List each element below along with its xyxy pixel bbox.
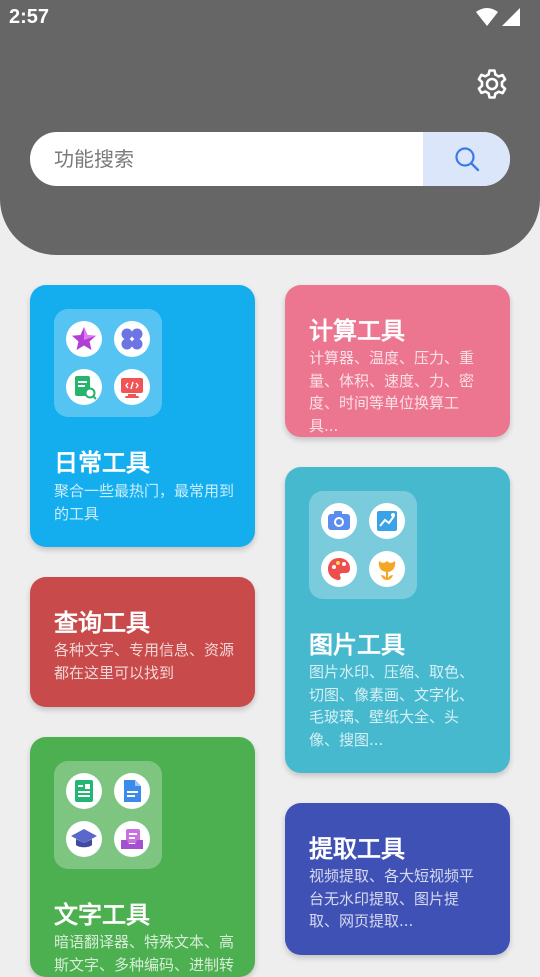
card-description: 图片水印、压缩、取色、切图、像素画、文字化、毛玻璃、壁纸大全、头像、搜图... [309, 663, 475, 749]
card-title: 提取工具 [309, 835, 405, 863]
inbox-tray-icon [114, 821, 150, 857]
status-icons [476, 8, 520, 26]
tulip-flower-icon [369, 551, 405, 587]
color-palette-icon [321, 551, 357, 587]
search-input[interactable] [30, 132, 423, 186]
card-description: 视频提取、各大短视频平台无水印提取、图片提取、网页提取... [309, 867, 475, 930]
clover-app-icon [114, 321, 150, 357]
card-description: 聚合一些最热门，最常用到的工具 [54, 482, 235, 523]
document-search-icon [66, 369, 102, 405]
picture-chart-icon [369, 503, 405, 539]
card-description: 计算器、温度、压力、重量、体积、速度、力、密度、时间等单位换算工具... [309, 349, 475, 435]
card-title: 文字工具 [54, 901, 150, 929]
card-title: 图片工具 [309, 631, 405, 659]
code-monitor-icon [114, 369, 150, 405]
card-text-tools[interactable]: 文字工具 暗语翻译器、特殊文本、高斯文字、多种编码、进制转换... [30, 737, 255, 977]
card-query-tools[interactable]: 查询工具 各种文字、专用信息、资源都在这里可以找到 [30, 577, 255, 707]
card-extract-tools[interactable]: 提取工具 视频提取、各大短视频平台无水印提取、图片提取、网页提取... [285, 803, 510, 955]
search-button[interactable] [423, 132, 510, 186]
camera-icon [321, 503, 357, 539]
status-time: 2:57 [9, 6, 50, 28]
image-icon-grid [309, 491, 417, 599]
star-app-icon [66, 321, 102, 357]
card-calc-tools[interactable]: 计算工具 计算器、温度、压力、重量、体积、速度、力、密度、时间等单位换算工具..… [285, 285, 510, 437]
document-icon [114, 773, 150, 809]
card-title: 日常工具 [54, 449, 150, 477]
id-card-icon [66, 773, 102, 809]
card-title: 查询工具 [54, 609, 150, 637]
search-icon [454, 147, 479, 172]
search-bar [30, 132, 510, 186]
text-icon-grid [54, 761, 162, 869]
daily-icon-grid [54, 309, 162, 417]
card-description: 暗语翻译器、特殊文本、高斯文字、多种编码、进制转换... [54, 933, 235, 974]
card-image-tools[interactable]: 图片工具 图片水印、压缩、取色、切图、像素画、文字化、毛玻璃、壁纸大全、头像、搜… [285, 467, 510, 773]
header-panel: 2:57 [0, 0, 540, 255]
cell-signal-icon [502, 8, 520, 26]
settings-gear-icon[interactable] [474, 66, 510, 102]
card-daily-tools[interactable]: 日常工具 聚合一些最热门，最常用到的工具 [30, 285, 255, 547]
wifi-icon [476, 8, 498, 26]
card-description: 各种文字、专用信息、资源都在这里可以找到 [54, 641, 235, 682]
card-title: 计算工具 [309, 317, 405, 345]
graduation-cap-icon [66, 821, 102, 857]
status-bar: 2:57 [0, 0, 540, 36]
